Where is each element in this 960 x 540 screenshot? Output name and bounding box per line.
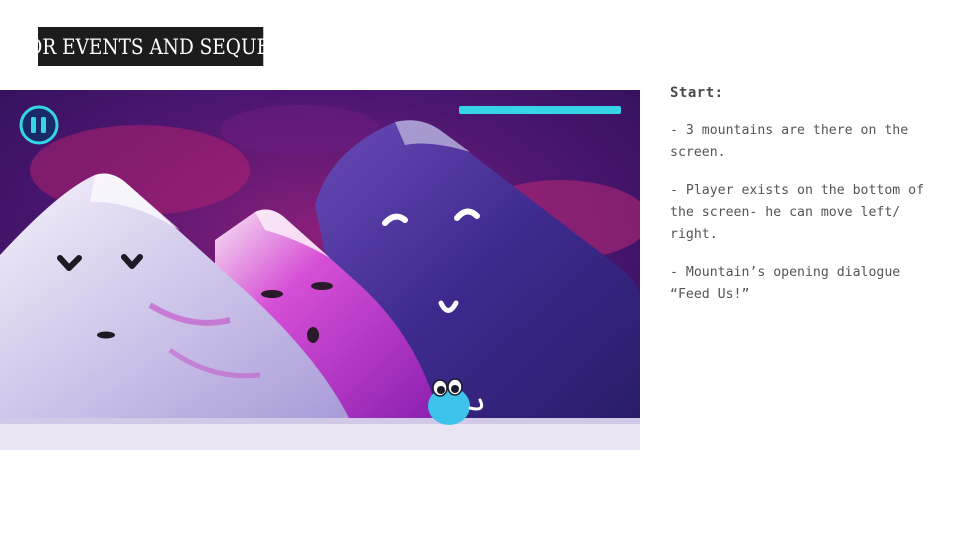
health-bar bbox=[459, 106, 621, 114]
notes-heading: Start: bbox=[670, 85, 724, 101]
slide-title: MAJOR EVENTS AND SEQUENCE bbox=[0, 27, 314, 66]
note-item: - 3 mountains are there on the screen. bbox=[670, 123, 909, 160]
mountain-middle-eye-left bbox=[261, 290, 283, 298]
note-item: - Player exists on the bottom of the scr… bbox=[670, 183, 925, 242]
notes-panel: Start: - 3 mountains are there on the sc… bbox=[670, 82, 940, 322]
pause-button[interactable] bbox=[19, 105, 59, 145]
health-bar-fill bbox=[459, 106, 621, 114]
game-screenshot bbox=[0, 90, 640, 450]
note-item: - Mountain’s opening dialogue “Feed Us!” bbox=[670, 265, 901, 302]
pause-icon bbox=[31, 117, 36, 133]
mountain-middle-eye-right bbox=[311, 282, 333, 290]
game-scene bbox=[0, 90, 640, 450]
mountain-middle-mouth bbox=[307, 327, 319, 343]
mountain-left-mouth bbox=[97, 331, 115, 339]
